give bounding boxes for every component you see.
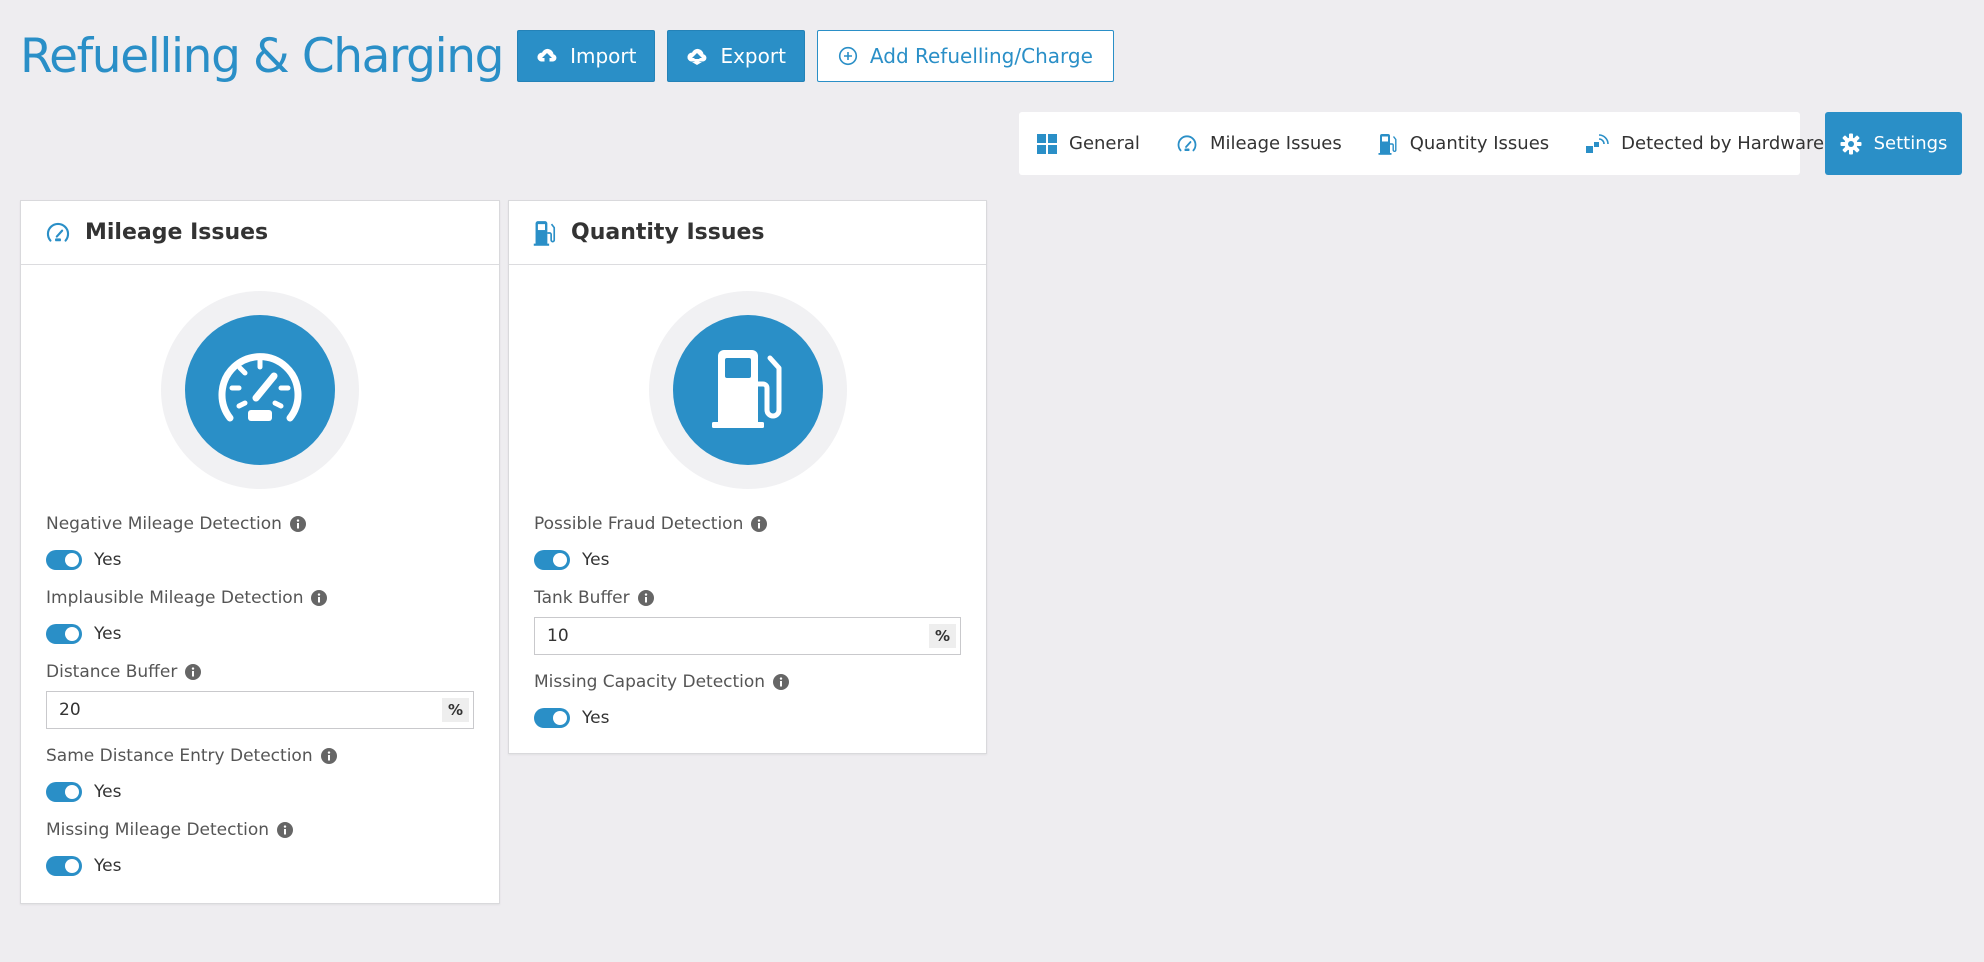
export-label: Export <box>720 44 786 68</box>
tab-general[interactable]: General <box>1037 133 1140 154</box>
fuel-pump-icon <box>700 340 796 440</box>
implausible-mileage-toggle-row: Yes <box>46 623 474 645</box>
missing-capacity-toggle-row: Yes <box>534 707 961 729</box>
quantity-card-title: Quantity Issues <box>571 220 765 245</box>
quantity-hero <box>534 291 961 489</box>
import-label: Import <box>570 44 637 68</box>
missing-capacity-toggle[interactable] <box>534 708 570 728</box>
tab-detected-by-hardware[interactable]: Detected by Hardware <box>1585 133 1824 155</box>
info-icon[interactable] <box>320 748 337 764</box>
tank-buffer-group: % <box>534 617 961 655</box>
mileage-hero <box>46 291 474 489</box>
quantity-card-header: Quantity Issues <box>509 201 986 265</box>
settings-button[interactable]: Settings <box>1825 112 1962 175</box>
plus-circle-icon <box>838 46 858 66</box>
gear-icon <box>1840 133 1862 155</box>
info-icon[interactable] <box>289 516 306 532</box>
same-distance-toggle-row: Yes <box>46 781 474 803</box>
negative-mileage-value: Yes <box>94 550 122 570</box>
implausible-mileage-label: Implausible Mileage Detection <box>46 587 474 609</box>
implausible-mileage-value: Yes <box>94 624 122 644</box>
info-icon[interactable] <box>277 822 294 838</box>
percent-addon: % <box>928 618 960 654</box>
add-refuelling-button[interactable]: Add Refuelling/Charge <box>816 30 1114 82</box>
missing-capacity-value: Yes <box>582 708 610 728</box>
percent-addon: % <box>441 692 473 728</box>
info-icon[interactable] <box>751 516 768 532</box>
distance-buffer-group: % <box>46 691 474 729</box>
tab-quantity-label: Quantity Issues <box>1409 133 1550 154</box>
info-icon[interactable] <box>185 664 202 680</box>
possible-fraud-label: Possible Fraud Detection <box>534 513 961 535</box>
negative-mileage-label: Negative Mileage Detection <box>46 513 474 535</box>
cloud-upload-icon <box>536 47 558 65</box>
mileage-card-title: Mileage Issues <box>85 220 269 245</box>
cloud-download-icon <box>686 47 708 65</box>
possible-fraud-toggle-row: Yes <box>534 549 961 571</box>
info-icon[interactable] <box>773 674 790 690</box>
issue-tabs: General Mileage Issues Quantity Issues D… <box>1019 112 1824 175</box>
possible-fraud-toggle[interactable] <box>534 550 570 570</box>
import-button[interactable]: Import <box>517 30 656 82</box>
speedometer-icon <box>1176 133 1198 155</box>
missing-mileage-toggle[interactable] <box>46 856 82 876</box>
tab-quantity-issues[interactable]: Quantity Issues <box>1378 133 1549 155</box>
mileage-card-header: Mileage Issues <box>21 201 499 265</box>
distance-buffer-input[interactable] <box>47 692 442 728</box>
fuel-pump-icon <box>533 220 557 246</box>
export-button[interactable]: Export <box>667 30 805 82</box>
possible-fraud-value: Yes <box>582 550 610 570</box>
negative-mileage-toggle-row: Yes <box>46 549 474 571</box>
same-distance-label: Same Distance Entry Detection <box>46 745 474 767</box>
tank-buffer-label: Tank Buffer <box>534 587 961 609</box>
tab-hardware-label: Detected by Hardware <box>1621 133 1825 154</box>
info-icon[interactable] <box>311 590 328 606</box>
negative-mileage-toggle[interactable] <box>46 550 82 570</box>
missing-mileage-toggle-row: Yes <box>46 855 474 877</box>
page-title: Refuelling & Charging <box>20 28 504 84</box>
tank-buffer-input[interactable] <box>535 618 929 654</box>
missing-mileage-label: Missing Mileage Detection <box>46 819 474 841</box>
mileage-issues-card: Mileage Issues Negative Mileage Detectio… <box>20 200 500 904</box>
same-distance-value: Yes <box>94 782 122 802</box>
info-icon[interactable] <box>637 590 654 606</box>
grid-icon <box>1037 133 1057 154</box>
page-header: Refuelling & Charging Import Export Add … <box>20 28 1126 84</box>
add-refuelling-label: Add Refuelling/Charge <box>869 44 1093 68</box>
implausible-mileage-toggle[interactable] <box>46 624 82 644</box>
fuel-pump-icon <box>1378 133 1398 155</box>
distance-buffer-label: Distance Buffer <box>46 661 474 683</box>
same-distance-toggle[interactable] <box>46 782 82 802</box>
speedometer-icon <box>212 340 308 440</box>
tab-general-label: General <box>1069 133 1140 154</box>
signal-icon <box>1585 133 1609 155</box>
settings-label: Settings <box>1873 133 1948 154</box>
speedometer-icon <box>45 220 71 246</box>
missing-mileage-value: Yes <box>94 856 122 876</box>
tab-mileage-label: Mileage Issues <box>1209 133 1342 154</box>
tab-mileage-issues[interactable]: Mileage Issues <box>1176 133 1342 155</box>
missing-capacity-label: Missing Capacity Detection <box>534 671 961 693</box>
quantity-issues-card: Quantity Issues Possible Fraud Detection… <box>508 200 987 754</box>
